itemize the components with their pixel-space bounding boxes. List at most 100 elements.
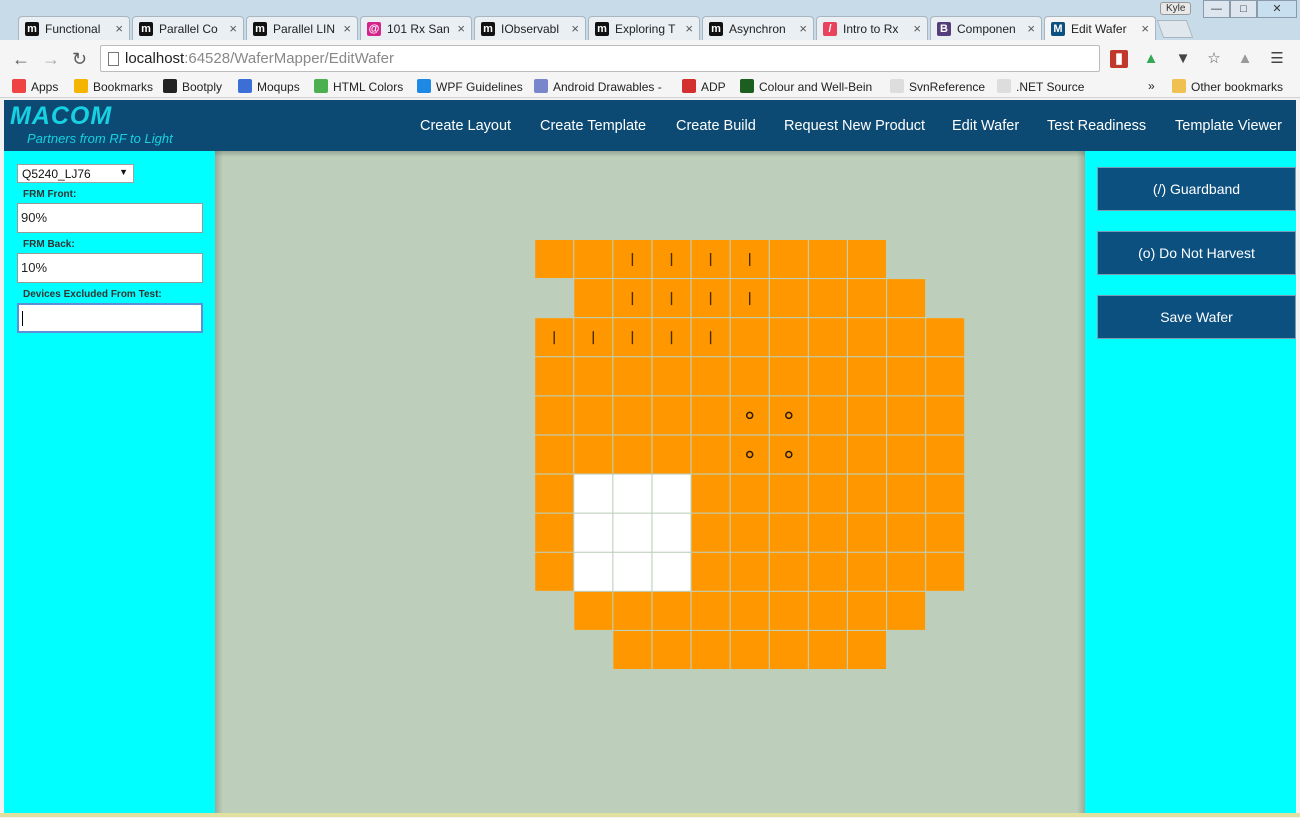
die[interactable] xyxy=(652,396,691,435)
die[interactable] xyxy=(848,552,886,591)
macom-logo[interactable]: MACOM xyxy=(10,102,112,131)
profile-button[interactable]: Kyle xyxy=(1160,2,1192,15)
die[interactable] xyxy=(808,435,847,474)
die[interactable] xyxy=(887,435,926,474)
die[interactable] xyxy=(926,435,965,474)
die[interactable] xyxy=(613,591,652,630)
die[interactable] xyxy=(769,591,808,630)
die-excluded[interactable] xyxy=(613,474,652,513)
die[interactable] xyxy=(808,357,847,396)
die[interactable] xyxy=(808,552,847,591)
die[interactable] xyxy=(808,240,847,278)
die[interactable] xyxy=(535,240,574,278)
die-do-not-harvest[interactable] xyxy=(730,435,769,474)
die-excluded[interactable] xyxy=(613,552,652,591)
bookmark-item[interactable]: Colour and Well-Bein xyxy=(740,79,872,94)
die[interactable] xyxy=(808,591,847,630)
die[interactable] xyxy=(887,474,926,513)
nav-link[interactable]: Edit Wafer xyxy=(952,118,1019,134)
die[interactable] xyxy=(730,513,769,552)
die[interactable] xyxy=(691,631,730,669)
die[interactable] xyxy=(887,513,926,552)
die[interactable] xyxy=(887,318,926,357)
die-excluded[interactable] xyxy=(574,513,613,552)
die[interactable] xyxy=(691,474,730,513)
die-excluded[interactable] xyxy=(613,513,652,552)
new-tab-button[interactable] xyxy=(1156,20,1194,38)
die[interactable] xyxy=(848,513,886,552)
close-window-button[interactable]: ✕ xyxy=(1257,0,1297,18)
die[interactable] xyxy=(730,474,769,513)
maximize-button[interactable]: □ xyxy=(1230,0,1257,18)
die[interactable] xyxy=(613,435,652,474)
browser-tab[interactable]: m Exploring T × xyxy=(588,16,700,40)
die[interactable] xyxy=(808,474,847,513)
die[interactable] xyxy=(574,591,613,630)
die[interactable] xyxy=(769,513,808,552)
die-excluded[interactable] xyxy=(652,552,691,591)
bookmark-item[interactable]: Bookmarks xyxy=(74,79,153,94)
pocket-icon[interactable]: ▼ xyxy=(1174,50,1192,68)
browser-tab[interactable]: m Asynchron × xyxy=(702,16,814,40)
tab-close-icon[interactable]: × xyxy=(799,21,807,36)
bookmark-item[interactable]: Apps xyxy=(12,79,58,94)
die[interactable] xyxy=(769,318,808,357)
browser-tab[interactable]: / Intro to Rx × xyxy=(816,16,928,40)
other-bookmarks[interactable]: Other bookmarks xyxy=(1172,79,1283,94)
die[interactable] xyxy=(652,631,691,669)
die[interactable] xyxy=(535,435,574,474)
die[interactable] xyxy=(808,318,847,357)
die[interactable] xyxy=(808,513,847,552)
die[interactable] xyxy=(769,631,808,669)
die[interactable] xyxy=(574,435,613,474)
die[interactable] xyxy=(848,240,886,278)
die[interactable] xyxy=(652,591,691,630)
browser-tab[interactable]: m Functional × xyxy=(18,16,130,40)
tab-close-icon[interactable]: × xyxy=(343,21,351,36)
die[interactable] xyxy=(691,357,730,396)
die[interactable] xyxy=(652,357,691,396)
die-excluded[interactable] xyxy=(574,552,613,591)
die-do-not-harvest[interactable] xyxy=(730,396,769,435)
die[interactable] xyxy=(613,357,652,396)
die[interactable] xyxy=(848,435,886,474)
nav-link[interactable]: Create Build xyxy=(676,118,756,134)
nav-link[interactable]: Request New Product xyxy=(784,118,925,134)
die[interactable] xyxy=(574,396,613,435)
star-icon[interactable]: ☆ xyxy=(1205,50,1223,68)
die[interactable] xyxy=(769,552,808,591)
die[interactable] xyxy=(887,279,926,318)
browser-tab[interactable]: m Parallel LIN × xyxy=(246,16,358,40)
bookmark-item[interactable]: WPF Guidelines xyxy=(417,79,523,94)
die[interactable] xyxy=(730,357,769,396)
tab-close-icon[interactable]: × xyxy=(457,21,465,36)
nav-link[interactable]: Test Readiness xyxy=(1047,118,1146,134)
bookmark-item[interactable]: ADP xyxy=(682,79,726,94)
do-not-harvest-button[interactable]: (o) Do Not Harvest xyxy=(1097,231,1296,275)
tab-close-icon[interactable]: × xyxy=(1141,21,1149,36)
browser-tab[interactable]: m IObservabl × xyxy=(474,16,586,40)
die[interactable] xyxy=(926,357,965,396)
die[interactable] xyxy=(730,552,769,591)
nav-link[interactable]: Template Viewer xyxy=(1175,118,1282,134)
die[interactable] xyxy=(808,279,847,318)
bookmark-item[interactable]: .NET Source xyxy=(997,79,1084,94)
die[interactable] xyxy=(535,474,574,513)
bookmarks-overflow[interactable]: » xyxy=(1148,79,1155,93)
die[interactable] xyxy=(535,357,574,396)
die-excluded[interactable] xyxy=(652,474,691,513)
save-wafer-button[interactable]: Save Wafer xyxy=(1097,295,1296,339)
die[interactable] xyxy=(535,396,574,435)
die[interactable] xyxy=(926,552,965,591)
bookmark-item[interactable]: SvnReference xyxy=(890,79,985,94)
browser-tab[interactable]: m Parallel Co × xyxy=(132,16,244,40)
die[interactable] xyxy=(926,474,965,513)
nav-link[interactable]: Create Template xyxy=(540,118,646,134)
die[interactable] xyxy=(691,396,730,435)
browser-tab[interactable]: M Edit Wafer × xyxy=(1044,16,1156,41)
excluded-devices-input[interactable] xyxy=(17,303,203,333)
die[interactable] xyxy=(769,240,808,278)
tab-close-icon[interactable]: × xyxy=(229,21,237,36)
tab-close-icon[interactable]: × xyxy=(685,21,693,36)
menu-icon[interactable]: ☰ xyxy=(1268,50,1286,68)
